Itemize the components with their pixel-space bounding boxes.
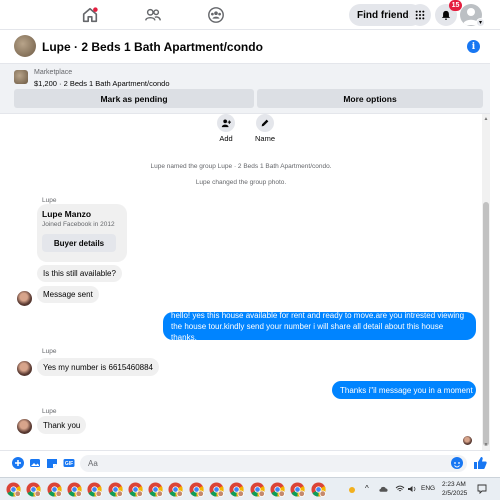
network-icon[interactable]	[395, 485, 405, 495]
language-indicator[interactable]: ENG	[421, 485, 435, 492]
svg-text:GIF: GIF	[65, 461, 73, 467]
taskbar-browser-icon[interactable]	[270, 482, 285, 497]
taskbar-browser-icon[interactable]	[6, 482, 21, 497]
message-thread: Add Name Lupe named the group Lupe · 2 B…	[0, 114, 482, 450]
add-label: Add	[219, 134, 233, 143]
incoming-message[interactable]: Is this still available?	[37, 265, 122, 282]
friends-icon[interactable]	[142, 4, 164, 26]
taskbar-browser-icon[interactable]	[310, 482, 326, 497]
message-scrollbar[interactable]: ▲ ▼	[482, 114, 490, 450]
system-message-group-named: Lupe named the group Lupe · 2 Beds 1 Bat…	[150, 163, 332, 170]
thumbs-up-icon[interactable]	[473, 456, 487, 470]
outgoing-message[interactable]: Thanks i"il message you in a moment	[332, 381, 476, 399]
scrollbar-thumb[interactable]	[483, 202, 489, 446]
buyer-joined-info: Joined Facebook in 2012	[42, 221, 115, 228]
clock-date[interactable]: 2/5/2025	[442, 490, 467, 497]
taskbar-browser-icon[interactable]	[209, 482, 224, 497]
name-label: Name	[254, 134, 275, 143]
taskbar-browser-icon[interactable]	[87, 482, 103, 497]
taskbar-browser-icon[interactable]	[47, 482, 62, 497]
emoji-icon[interactable]	[451, 457, 463, 469]
seen-by-avatar	[463, 436, 472, 445]
weather-icon[interactable]	[347, 485, 357, 497]
incoming-message[interactable]: Message sent	[37, 286, 99, 303]
pencil-icon	[256, 114, 274, 132]
home-icon[interactable]	[79, 4, 101, 26]
sender-avatar[interactable]	[17, 291, 32, 306]
scroll-down-arrow-icon[interactable]: ▼	[483, 442, 489, 448]
volume-icon[interactable]	[407, 485, 417, 495]
message-composer: GIF Aa	[0, 450, 490, 476]
marketplace-listing-panel: Marketplace $1,200 · 2 Beds 1 Bath Apart…	[0, 64, 490, 114]
gif-icon[interactable]: GIF	[63, 457, 75, 469]
taskbar-browser-icon[interactable]	[229, 482, 245, 497]
windows-taskbar: ^ ENG 2:23 AM 2/5/2025	[0, 477, 500, 500]
sender-name: Lupe	[42, 408, 57, 415]
sender-name: Lupe	[42, 348, 57, 355]
system-message-photo-changed: Lupe changed the group photo.	[195, 179, 287, 186]
menu-grid-icon[interactable]	[409, 4, 431, 26]
more-options-button[interactable]: More options	[257, 89, 483, 108]
chat-title[interactable]: Lupe · 2 Beds 1 Bath Apartment/condo	[42, 40, 263, 54]
clock-time[interactable]: 2:23 AM	[442, 481, 466, 488]
taskbar-browser-icon[interactable]	[67, 482, 82, 497]
taskbar-browser-icon[interactable]	[189, 482, 204, 497]
add-people-action[interactable]: Add	[211, 114, 241, 143]
outgoing-message[interactable]: hello! yes this house available for rent…	[163, 311, 476, 342]
messenger-window: Find friends 15 ▾ Lupe · 2 Beds 1 Bath A…	[0, 0, 500, 500]
buyer-profile-card: Lupe Manzo Joined Facebook in 2012 Buyer…	[37, 204, 127, 262]
taskbar-browser-icon[interactable]	[168, 482, 184, 497]
account-chevron-down-icon[interactable]: ▾	[476, 18, 485, 27]
taskbar-browser-icon[interactable]	[290, 482, 306, 497]
photo-icon[interactable]	[29, 457, 41, 469]
incoming-message[interactable]: Yes my number is 6615460884	[37, 358, 159, 376]
groups-icon[interactable]	[205, 4, 227, 26]
incoming-message[interactable]: Thank you	[37, 416, 87, 434]
plus-icon[interactable]	[12, 457, 24, 469]
sticker-icon[interactable]	[46, 457, 58, 469]
taskbar-browser-icon[interactable]	[107, 482, 123, 497]
listing-thumbnail[interactable]	[14, 70, 28, 84]
sender-avatar[interactable]	[17, 361, 32, 376]
buyer-name[interactable]: Lupe Manzo	[42, 209, 91, 219]
name-group-action[interactable]: Name	[250, 114, 280, 143]
notification-center-icon[interactable]	[477, 484, 487, 496]
cloud-icon[interactable]	[378, 485, 389, 495]
info-icon[interactable]: i	[467, 40, 480, 53]
listing-price-title[interactable]: $1,200 · 2 Beds 1 Bath Apartment/condo	[34, 79, 170, 88]
buyer-details-button[interactable]: Buyer details	[42, 234, 116, 252]
taskbar-browser-icon[interactable]	[128, 482, 143, 497]
taskbar-browser-icon[interactable]	[250, 482, 265, 497]
tray-overflow-chevron-icon[interactable]: ^	[365, 484, 369, 493]
taskbar-browser-icon[interactable]	[26, 482, 42, 497]
add-person-icon	[217, 114, 235, 132]
top-navigation: Find friends 15 ▾	[0, 0, 500, 30]
sender-name: Lupe	[42, 197, 57, 204]
sender-avatar[interactable]	[17, 419, 32, 434]
marketplace-label: Marketplace	[34, 69, 73, 76]
message-input[interactable]: Aa	[80, 455, 467, 472]
scroll-up-arrow-icon[interactable]: ▲	[483, 116, 489, 122]
group-photo[interactable]	[14, 35, 36, 57]
chat-header: Lupe · 2 Beds 1 Bath Apartment/condo i	[0, 30, 490, 64]
taskbar-browser-icon[interactable]	[148, 482, 163, 497]
mark-as-pending-button[interactable]: Mark as pending	[14, 89, 254, 108]
